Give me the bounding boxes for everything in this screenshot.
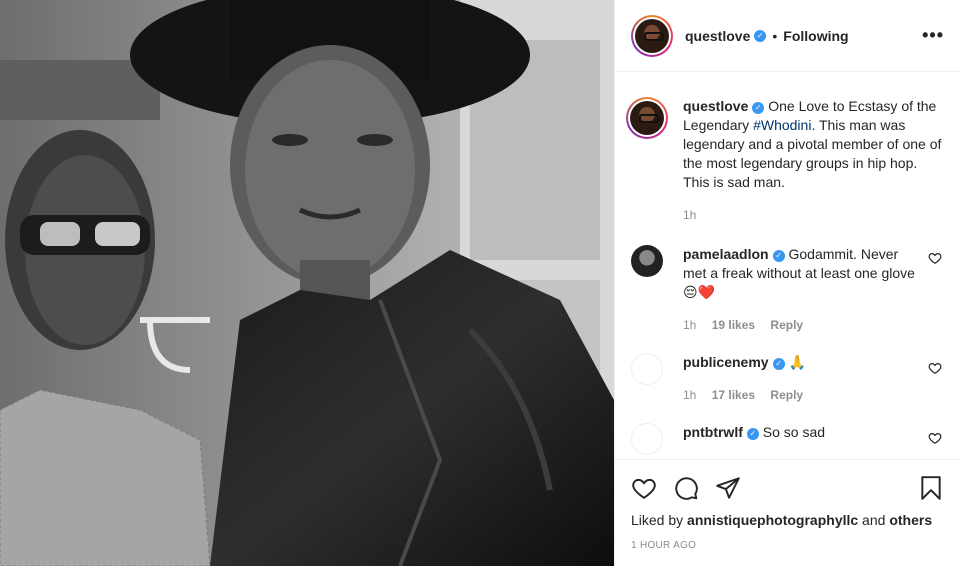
- share-icon[interactable]: [715, 475, 741, 501]
- post-timestamp[interactable]: 1 HOUR AGO: [631, 540, 944, 551]
- post-header: questlove ✓ • Following •••: [615, 0, 960, 72]
- comment-likes[interactable]: 19 likes: [712, 318, 755, 332]
- comment-item: publicenemy ✓ 🙏 1h 17 likes Reply: [631, 353, 944, 405]
- bookmark-icon[interactable]: [918, 475, 944, 501]
- post-actions: Liked by annistiquephotographyllc and ot…: [615, 459, 960, 551]
- separator-dot: •: [772, 27, 778, 44]
- photo-illustration: [0, 0, 614, 566]
- comment-like-heart-icon[interactable]: [928, 361, 942, 375]
- comment-username[interactable]: pntbtrwlf: [683, 424, 743, 440]
- comment-time[interactable]: 1h: [683, 388, 696, 402]
- comment-item: pntbtrwlf ✓ So so sad: [631, 423, 944, 455]
- comment-like-heart-icon[interactable]: [928, 431, 942, 445]
- liked-by-and: and: [858, 512, 890, 528]
- caption-avatar[interactable]: [626, 97, 668, 139]
- caption-username[interactable]: questlove: [683, 98, 748, 114]
- comment-item: pamelaadlon ✓ Godammit. Never met a freak…: [631, 245, 944, 335]
- verified-badge-icon: ✓: [746, 428, 759, 440]
- liked-by-user[interactable]: annistiquephotographyllc: [687, 512, 858, 528]
- liked-by-summary: Liked by annistiquephotographyllc and ot…: [631, 512, 944, 528]
- author-avatar[interactable]: [631, 14, 673, 57]
- comment-likes[interactable]: 17 likes: [712, 388, 755, 402]
- caption-time[interactable]: 1h: [683, 208, 696, 222]
- heart-icon[interactable]: [631, 475, 657, 501]
- commenter-avatar[interactable]: [631, 423, 663, 455]
- liked-by-prefix: Liked by: [631, 512, 688, 528]
- post-photo[interactable]: [0, 0, 614, 566]
- reply-button[interactable]: Reply: [770, 318, 803, 332]
- comment-emoji: 🙏: [788, 354, 806, 370]
- more-options-icon[interactable]: •••: [922, 25, 944, 46]
- comment-text: So so sad: [758, 424, 826, 440]
- hashtag-link[interactable]: #Whodini: [753, 117, 811, 133]
- liked-by-others[interactable]: others: [889, 512, 932, 528]
- verified-badge-icon: ✓: [752, 102, 765, 114]
- comment-username[interactable]: pamelaadlon: [683, 246, 769, 262]
- author-username[interactable]: questlove: [685, 28, 750, 44]
- commenter-avatar[interactable]: [631, 353, 663, 385]
- verified-badge-icon: ✓: [772, 250, 785, 262]
- verified-badge-icon: ✓: [754, 29, 767, 42]
- comment-like-heart-icon[interactable]: [928, 251, 942, 265]
- comment-icon[interactable]: [673, 475, 699, 501]
- following-button[interactable]: Following: [783, 28, 848, 44]
- post-caption: questlove ✓ One Love to Ecstasy of the Le…: [626, 73, 944, 225]
- verified-badge-icon: ✓: [772, 358, 785, 370]
- action-bar: [631, 472, 944, 504]
- post-details-panel: questlove ✓ • Following ••• questlove ✓ O…: [614, 0, 960, 566]
- comment-time[interactable]: 1h: [683, 318, 696, 332]
- commenter-avatar[interactable]: [631, 245, 663, 277]
- comment-username[interactable]: publicenemy: [683, 354, 769, 370]
- reply-button[interactable]: Reply: [770, 388, 803, 402]
- comments-list[interactable]: questlove ✓ One Love to Ecstasy of the Le…: [615, 73, 960, 459]
- comment-emoji: 😔❤️: [683, 284, 716, 300]
